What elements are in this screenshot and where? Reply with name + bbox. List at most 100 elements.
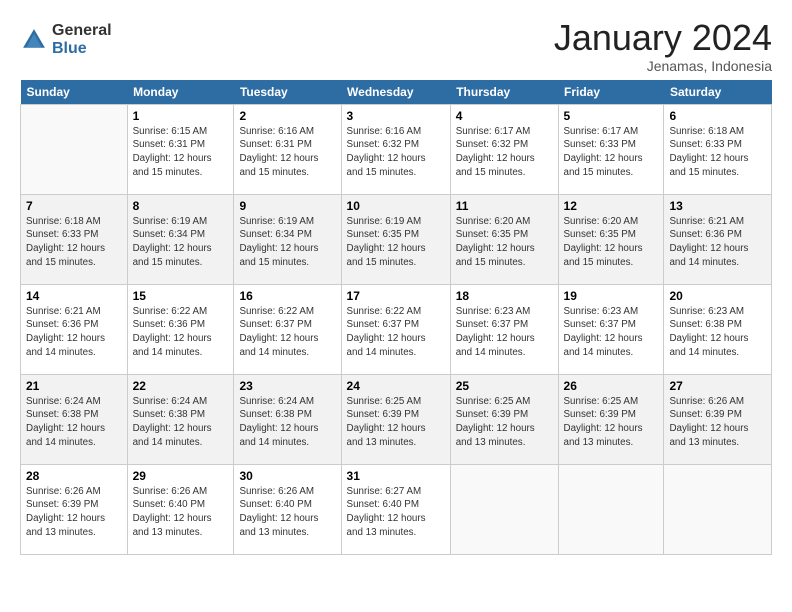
day-number: 23 [239, 379, 335, 393]
day-number: 4 [456, 109, 553, 123]
day-info: Sunrise: 6:15 AMSunset: 6:31 PMDaylight:… [133, 125, 229, 180]
day-number: 15 [133, 289, 229, 303]
calendar-cell: 26 Sunrise: 6:25 AMSunset: 6:39 PMDayligh… [558, 374, 664, 464]
logo-general: General [52, 22, 112, 40]
day-info: Sunrise: 6:23 AMSunset: 6:37 PMDaylight:… [456, 305, 553, 360]
calendar-cell: 16 Sunrise: 6:22 AMSunset: 6:37 PMDayligh… [234, 284, 341, 374]
day-number: 31 [347, 469, 445, 483]
day-info: Sunrise: 6:20 AMSunset: 6:35 PMDaylight:… [456, 215, 553, 270]
day-number: 7 [26, 199, 122, 213]
day-info: Sunrise: 6:26 AMSunset: 6:40 PMDaylight:… [133, 485, 229, 540]
day-info: Sunrise: 6:16 AMSunset: 6:32 PMDaylight:… [347, 125, 445, 180]
day-number: 22 [133, 379, 229, 393]
day-number: 2 [239, 109, 335, 123]
day-info: Sunrise: 6:22 AMSunset: 6:37 PMDaylight:… [347, 305, 445, 360]
day-number: 24 [347, 379, 445, 393]
day-number: 25 [456, 379, 553, 393]
week-row-1: 1 Sunrise: 6:15 AMSunset: 6:31 PMDaylight… [21, 104, 772, 194]
subtitle: Jenamas, Indonesia [554, 58, 772, 74]
calendar-cell: 13 Sunrise: 6:21 AMSunset: 6:36 PMDayligh… [664, 194, 772, 284]
day-info: Sunrise: 6:21 AMSunset: 6:36 PMDaylight:… [26, 305, 122, 360]
day-number: 18 [456, 289, 553, 303]
header-day-wednesday: Wednesday [341, 80, 450, 105]
logo-blue: Blue [52, 40, 112, 58]
day-info: Sunrise: 6:25 AMSunset: 6:39 PMDaylight:… [564, 395, 659, 450]
day-number: 29 [133, 469, 229, 483]
day-number: 9 [239, 199, 335, 213]
header-row: SundayMondayTuesdayWednesdayThursdayFrid… [21, 80, 772, 105]
day-info: Sunrise: 6:25 AMSunset: 6:39 PMDaylight:… [456, 395, 553, 450]
calendar-cell: 7 Sunrise: 6:18 AMSunset: 6:33 PMDaylight… [21, 194, 128, 284]
day-info: Sunrise: 6:18 AMSunset: 6:33 PMDaylight:… [669, 125, 766, 180]
calendar-header: SundayMondayTuesdayWednesdayThursdayFrid… [21, 80, 772, 105]
day-number: 13 [669, 199, 766, 213]
calendar-cell [664, 464, 772, 554]
day-info: Sunrise: 6:17 AMSunset: 6:32 PMDaylight:… [456, 125, 553, 180]
day-info: Sunrise: 6:24 AMSunset: 6:38 PMDaylight:… [26, 395, 122, 450]
day-number: 16 [239, 289, 335, 303]
day-info: Sunrise: 6:24 AMSunset: 6:38 PMDaylight:… [239, 395, 335, 450]
calendar-cell: 31Sunrise: 6:27 AMSunset: 6:40 PMDayligh… [341, 464, 450, 554]
calendar-table: SundayMondayTuesdayWednesdayThursdayFrid… [20, 80, 772, 555]
calendar-cell: 17Sunrise: 6:22 AMSunset: 6:37 PMDayligh… [341, 284, 450, 374]
calendar-cell: 10 Sunrise: 6:19 AMSunset: 6:35 PMDayligh… [341, 194, 450, 284]
calendar-cell: 22Sunrise: 6:24 AMSunset: 6:38 PMDayligh… [127, 374, 234, 464]
calendar-cell: 23 Sunrise: 6:24 AMSunset: 6:38 PMDayligh… [234, 374, 341, 464]
day-info: Sunrise: 6:19 AMSunset: 6:35 PMDaylight:… [347, 215, 445, 270]
calendar-cell: 11 Sunrise: 6:20 AMSunset: 6:35 PMDayligh… [450, 194, 558, 284]
day-number: 28 [26, 469, 122, 483]
week-row-3: 14Sunrise: 6:21 AMSunset: 6:36 PMDayligh… [21, 284, 772, 374]
calendar-cell: 6Sunrise: 6:18 AMSunset: 6:33 PMDaylight… [664, 104, 772, 194]
day-number: 3 [347, 109, 445, 123]
calendar-cell: 4 Sunrise: 6:17 AMSunset: 6:32 PMDaylight… [450, 104, 558, 194]
day-info: Sunrise: 6:20 AMSunset: 6:35 PMDaylight:… [564, 215, 659, 270]
header-day-friday: Friday [558, 80, 664, 105]
title-block: January 2024 Jenamas, Indonesia [554, 18, 772, 74]
header-day-saturday: Saturday [664, 80, 772, 105]
calendar-cell: 2 Sunrise: 6:16 AMSunset: 6:31 PMDaylight… [234, 104, 341, 194]
calendar-cell: 20Sunrise: 6:23 AMSunset: 6:38 PMDayligh… [664, 284, 772, 374]
day-info: Sunrise: 6:19 AMSunset: 6:34 PMDaylight:… [133, 215, 229, 270]
calendar-cell: 1 Sunrise: 6:15 AMSunset: 6:31 PMDaylight… [127, 104, 234, 194]
day-info: Sunrise: 6:26 AMSunset: 6:39 PMDaylight:… [26, 485, 122, 540]
calendar-cell: 15 Sunrise: 6:22 AMSunset: 6:36 PMDayligh… [127, 284, 234, 374]
day-number: 12 [564, 199, 659, 213]
calendar-cell: 19 Sunrise: 6:23 AMSunset: 6:37 PMDayligh… [558, 284, 664, 374]
month-title: January 2024 [554, 18, 772, 58]
header-day-tuesday: Tuesday [234, 80, 341, 105]
day-number: 10 [347, 199, 445, 213]
day-info: Sunrise: 6:18 AMSunset: 6:33 PMDaylight:… [26, 215, 122, 270]
day-number: 11 [456, 199, 553, 213]
calendar-cell [450, 464, 558, 554]
calendar-cell: 5 Sunrise: 6:17 AMSunset: 6:33 PMDaylight… [558, 104, 664, 194]
day-info: Sunrise: 6:26 AMSunset: 6:39 PMDaylight:… [669, 395, 766, 450]
day-number: 26 [564, 379, 659, 393]
header-day-monday: Monday [127, 80, 234, 105]
calendar-cell: 14Sunrise: 6:21 AMSunset: 6:36 PMDayligh… [21, 284, 128, 374]
week-row-2: 7 Sunrise: 6:18 AMSunset: 6:33 PMDaylight… [21, 194, 772, 284]
calendar-body: 1 Sunrise: 6:15 AMSunset: 6:31 PMDaylight… [21, 104, 772, 554]
day-info: Sunrise: 6:16 AMSunset: 6:31 PMDaylight:… [239, 125, 335, 180]
day-number: 30 [239, 469, 335, 483]
week-row-5: 28 Sunrise: 6:26 AMSunset: 6:39 PMDayligh… [21, 464, 772, 554]
day-number: 21 [26, 379, 122, 393]
calendar-cell: 3 Sunrise: 6:16 AMSunset: 6:32 PMDaylight… [341, 104, 450, 194]
day-info: Sunrise: 6:21 AMSunset: 6:36 PMDaylight:… [669, 215, 766, 270]
day-info: Sunrise: 6:22 AMSunset: 6:37 PMDaylight:… [239, 305, 335, 360]
day-info: Sunrise: 6:17 AMSunset: 6:33 PMDaylight:… [564, 125, 659, 180]
day-number: 1 [133, 109, 229, 123]
day-number: 8 [133, 199, 229, 213]
calendar-cell: 27Sunrise: 6:26 AMSunset: 6:39 PMDayligh… [664, 374, 772, 464]
page: General Blue January 2024 Jenamas, Indon… [0, 0, 792, 565]
header: General Blue January 2024 Jenamas, Indon… [20, 18, 772, 74]
day-info: Sunrise: 6:26 AMSunset: 6:40 PMDaylight:… [239, 485, 335, 540]
day-info: Sunrise: 6:22 AMSunset: 6:36 PMDaylight:… [133, 305, 229, 360]
logo-icon [20, 26, 48, 54]
day-number: 19 [564, 289, 659, 303]
day-number: 5 [564, 109, 659, 123]
calendar-cell: 8 Sunrise: 6:19 AMSunset: 6:34 PMDaylight… [127, 194, 234, 284]
calendar-cell: 21 Sunrise: 6:24 AMSunset: 6:38 PMDayligh… [21, 374, 128, 464]
calendar-cell: 29 Sunrise: 6:26 AMSunset: 6:40 PMDayligh… [127, 464, 234, 554]
day-info: Sunrise: 6:23 AMSunset: 6:37 PMDaylight:… [564, 305, 659, 360]
day-info: Sunrise: 6:23 AMSunset: 6:38 PMDaylight:… [669, 305, 766, 360]
